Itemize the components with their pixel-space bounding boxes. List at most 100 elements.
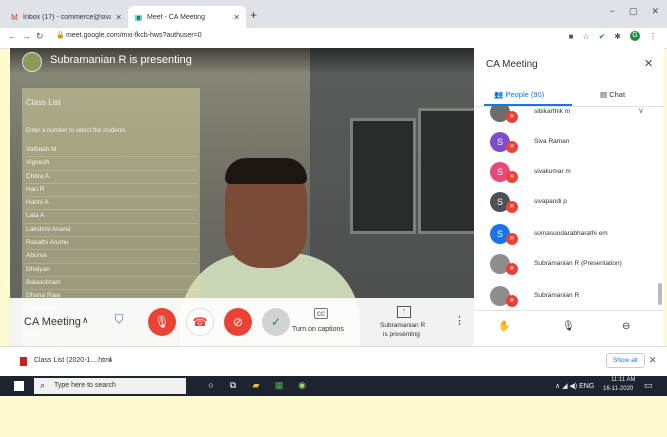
class-list-name: Hari R [26, 184, 198, 198]
task-view-icon[interactable]: ⧉ [227, 379, 239, 391]
url-field[interactable]: meet.google.com/mxi-fkcb-hws?authuser=0 [66, 32, 202, 39]
file-explorer-icon[interactable]: ▰ [250, 379, 262, 391]
mic-off-icon: 🎙 [154, 315, 170, 329]
participant-row[interactable]: S ✕ sivapandi p [474, 188, 664, 218]
more-options-icon[interactable]: ⋮ [454, 314, 465, 327]
tab-meet[interactable]: ▣ Meet - CA Meeting ✕ [128, 6, 246, 28]
show-all-button[interactable]: Show all [606, 353, 645, 368]
presenting-label-line2[interactable]: is presenting [383, 331, 420, 338]
windows-taskbar: ⌕ Type here to search ○ ⧉ ▰ ▦ ◉ ∧ ◢ ◀) E… [0, 376, 667, 396]
cortana-icon[interactable]: ○ [205, 379, 217, 391]
muted-mic-icon: ✕ [506, 263, 518, 275]
forward-icon[interactable]: → [22, 31, 31, 41]
muted-mic-icon: ✕ [506, 201, 518, 213]
extensions-area: ■ ☆ ✔ ✱ G ⋮ [569, 31, 657, 41]
present-icon[interactable]: ↑ [397, 306, 411, 318]
camera-icon[interactable]: ■ [569, 32, 574, 41]
mic-icon[interactable]: 🎙 [562, 321, 575, 332]
system-tray[interactable]: ∧ ◢ ◀) ENG [555, 382, 594, 390]
minimize-icon[interactable]: − [610, 6, 615, 17]
phone-hangup-icon: ☎ [192, 315, 208, 329]
profile-avatar[interactable]: G [630, 31, 640, 41]
shield-icon[interactable]: ⛉ [112, 312, 126, 328]
muted-mic-icon: ✕ [506, 233, 518, 245]
class-list-name: Vattaiah M [26, 144, 198, 158]
meet-icon: ▣ [134, 12, 143, 22]
pin-icon[interactable]: ✋ [498, 321, 510, 332]
class-list-name: Dhaiyan [26, 264, 198, 277]
presenting-label-line1[interactable]: Subramanian R [380, 322, 425, 329]
leave-call-button[interactable]: ☎ [186, 308, 214, 336]
windows-start-icon[interactable] [14, 381, 24, 391]
class-list-name: Lakshmi Anand [26, 224, 198, 238]
class-list-name: Aburva [26, 250, 198, 264]
tab-title: Inbox (17) - commerce@sivakas [23, 13, 112, 21]
tab-chat[interactable]: ▤ Chat [600, 90, 625, 99]
participant-row[interactable]: S ✕ Siva Raman [474, 128, 664, 158]
tab-people[interactable]: 👥 People (90) [494, 90, 544, 99]
close-icon[interactable]: ✕ [644, 57, 653, 70]
puzzle-icon[interactable]: ✱ [614, 32, 621, 41]
menu-icon[interactable]: ⋮ [649, 32, 657, 41]
close-tab-icon[interactable]: ✕ [115, 13, 122, 22]
tab-title: Meet - CA Meeting [147, 13, 205, 21]
captions-button[interactable]: Turn on captions [292, 326, 344, 333]
class-list-name: Vignesh [26, 157, 198, 171]
muted-mic-icon: ✕ [506, 295, 518, 307]
participant-name: Subramanian R [534, 292, 580, 299]
participant-name: Subramanian R (Presentation) [534, 260, 622, 267]
participant-name: sivakumar m [534, 168, 571, 175]
check-icon: ✓ [270, 315, 282, 329]
check-extension-icon[interactable]: ✔ [599, 32, 606, 41]
downloads-bar: Class List (2020-1....html ∧ Show all ✕ [0, 346, 667, 377]
check-button[interactable]: ✓ [262, 308, 290, 336]
participant-row[interactable]: ✕ Subramanian R (Presentation) [474, 250, 664, 280]
class-list-heading: Class List [26, 98, 61, 107]
chevron-down-icon[interactable]: ∨ [638, 106, 644, 115]
presenter-hair [225, 158, 307, 184]
clock-time[interactable]: 11:11 AM [611, 377, 635, 383]
mic-off-button[interactable]: 🎙 [148, 308, 176, 336]
clock-date[interactable]: 16-11-2020 [603, 386, 633, 392]
participant-row[interactable]: ✕ sibikarthik m ∨ [474, 106, 664, 128]
participant-row[interactable]: ✕ Subramanian R [474, 282, 664, 312]
maximize-icon[interactable]: ▢ [629, 6, 638, 17]
download-item[interactable]: Class List (2020-1....html [34, 357, 111, 364]
tab-gmail[interactable]: M Inbox (17) - commerce@sivakas ✕ [4, 6, 128, 28]
star-icon[interactable]: ☆ [582, 32, 589, 41]
chrome-icon[interactable]: ◉ [296, 379, 308, 391]
people-icon: 👥 [494, 90, 504, 99]
meeting-name[interactable]: CA Meeting [24, 316, 81, 328]
chevron-up-icon[interactable]: ∧ [108, 356, 113, 364]
class-list-name: Lata A [26, 210, 198, 224]
class-list-name: Rasathi Arumu [26, 237, 198, 251]
class-list-name: Chitra A [26, 171, 198, 184]
taskbar-search[interactable]: ⌕ Type here to search [34, 378, 186, 394]
close-window-icon[interactable]: ✕ [651, 6, 659, 17]
close-icon[interactable]: ✕ [649, 355, 657, 366]
muted-mic-icon: ✕ [506, 111, 518, 123]
participant-row[interactable]: S ✕ somasundarabharathi em [474, 220, 664, 250]
notification-icon[interactable]: ▭ [644, 380, 653, 391]
reload-icon[interactable]: ↻ [36, 31, 44, 42]
participant-list: ✕ sibikarthik m ∨ S ✕ Siva Raman S ✕ sivakumar m… [474, 106, 664, 314]
presenter-banner-text: Subramanian R is presenting [50, 54, 192, 66]
muted-mic-icon: ✕ [506, 171, 518, 183]
presenter-banner: Subramanian R is presenting [10, 48, 474, 74]
panel-title: CA Meeting [486, 59, 538, 70]
captions-icon[interactable]: cc [314, 308, 328, 319]
close-tab-icon[interactable]: ✕ [233, 13, 240, 22]
participant-row[interactable]: S ✕ sivakumar m [474, 158, 664, 188]
camera-off-button[interactable]: ⊘ [224, 308, 252, 336]
file-icon [20, 357, 27, 366]
back-icon[interactable]: ← [8, 31, 17, 41]
gmail-icon: M [11, 12, 18, 22]
scrollbar[interactable] [658, 283, 662, 305]
address-bar: ← → ↻ 🔒 meet.google.com/mxi-fkcb-hws?aut… [0, 28, 667, 49]
remove-icon[interactable]: ⊖ [622, 321, 630, 332]
new-tab-button[interactable]: + [250, 8, 257, 22]
panel-footer: ✋ 🎙 ⊖ [474, 310, 664, 347]
store-icon[interactable]: ▦ [273, 379, 285, 391]
lock-icon[interactable]: 🔒 [56, 31, 65, 39]
chevron-up-icon[interactable]: ∧ [82, 315, 89, 326]
